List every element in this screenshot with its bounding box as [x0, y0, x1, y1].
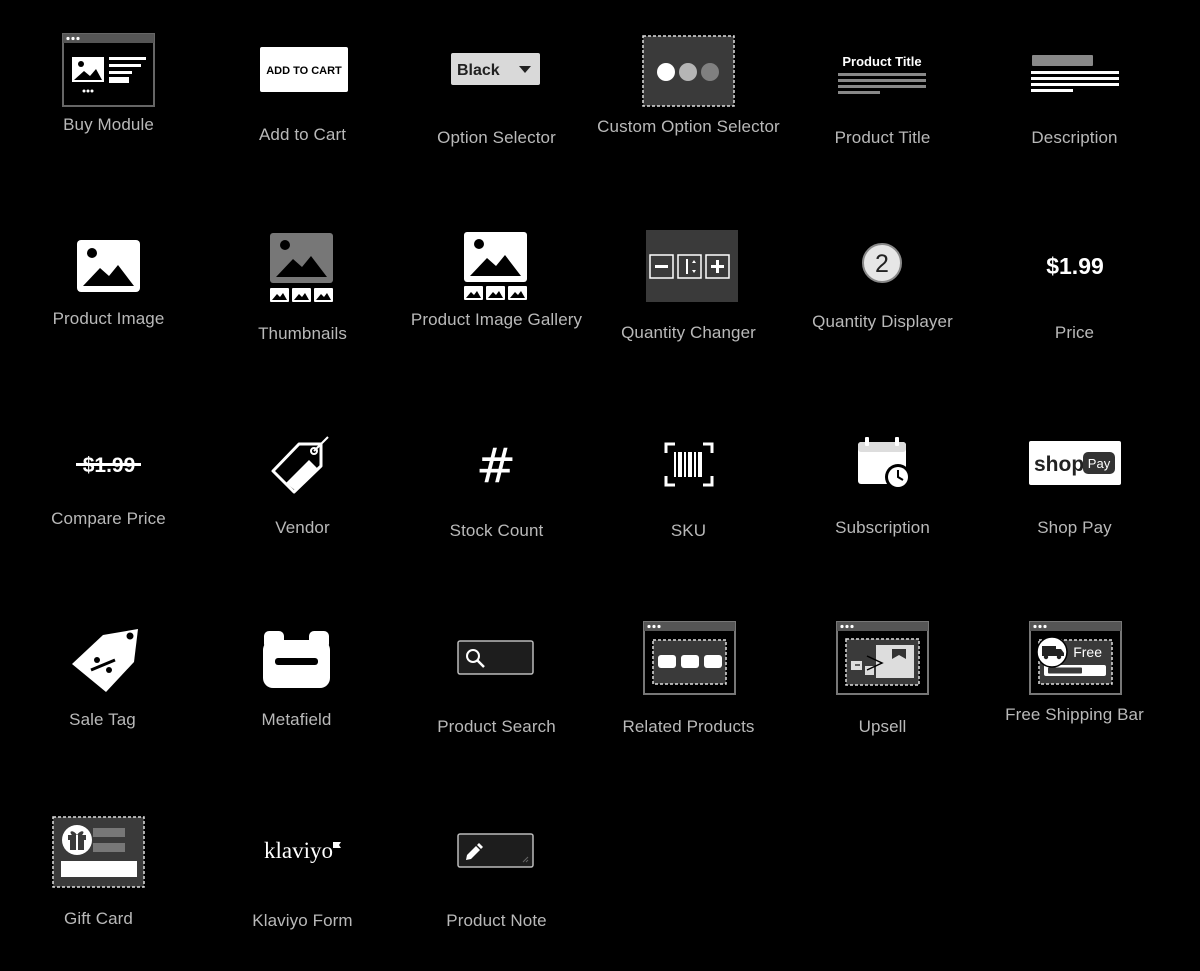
- element-add-to-cart[interactable]: ADD TO CART Add to Cart: [206, 0, 399, 193]
- hash-icon-text: #: [476, 438, 516, 494]
- metafield-icon: [200, 609, 393, 709]
- add-to-cart-icon-text: ADD TO CART: [266, 65, 342, 77]
- add-to-cart-icon: ADD TO CART: [206, 30, 399, 130]
- element-label: Description: [1031, 128, 1118, 147]
- element-label: Product Note: [446, 911, 547, 930]
- option-selector-icon-text: Black: [457, 62, 500, 79]
- element-upsell[interactable]: Upsell: [786, 579, 979, 772]
- element-label: Product Title: [834, 128, 931, 147]
- shop-pay-icon-text: shop: [1034, 453, 1084, 476]
- element-label: Custom Option Selector: [597, 117, 780, 136]
- free-shipping-bar-icon: Free: [978, 609, 1171, 709]
- element-label: Compare Price: [51, 509, 166, 528]
- element-buy-module[interactable]: Buy Module: [12, 0, 205, 193]
- element-stock-count[interactable]: # Stock Count: [400, 386, 593, 579]
- klaviyo-logo-icon: klaviyo: [206, 802, 399, 902]
- element-option-selector[interactable]: Black Option Selector: [400, 0, 593, 193]
- element-label: Free Shipping Bar: [1005, 705, 1144, 724]
- search-icon: [400, 609, 593, 709]
- quantity-changer-icon: [592, 223, 785, 323]
- element-label: Related Products: [622, 717, 755, 736]
- element-label: Product Image: [52, 309, 165, 328]
- element-custom-option-selector[interactable]: Custom Option Selector: [592, 0, 785, 193]
- quantity-displayer-icon-text: 2: [875, 250, 889, 278]
- element-label: Quantity Displayer: [812, 312, 953, 331]
- related-products-icon: [592, 609, 785, 709]
- element-label: Shop Pay: [1037, 518, 1112, 537]
- shop-pay-badge-text: Pay: [1088, 456, 1111, 471]
- pencil-note-icon: [400, 802, 593, 902]
- klaviyo-logo-text: klaviyo: [264, 838, 333, 863]
- element-product-image-gallery[interactable]: Product Image Gallery: [400, 193, 593, 386]
- element-label: Sale Tag: [69, 710, 136, 729]
- hash-icon: #: [400, 416, 593, 516]
- element-label: Price: [1054, 323, 1095, 342]
- element-label: Gift Card: [64, 909, 133, 928]
- element-quantity-changer[interactable]: Quantity Changer: [592, 193, 785, 386]
- element-label: Vendor: [275, 518, 330, 537]
- compare-price-icon: $1.99: [12, 416, 205, 516]
- description-icon: [978, 30, 1171, 130]
- thumbnails-icon: [206, 223, 399, 323]
- element-related-products[interactable]: Related Products: [592, 579, 785, 772]
- element-price[interactable]: $1.99 Price: [978, 193, 1171, 386]
- element-label: Subscription: [835, 518, 930, 537]
- quantity-displayer-icon: 2: [786, 223, 979, 323]
- element-quantity-displayer[interactable]: 2 Quantity Displayer: [786, 193, 979, 386]
- element-compare-price[interactable]: $1.99 Compare Price: [12, 386, 205, 579]
- element-label: Thumbnails: [258, 324, 347, 343]
- element-gift-card[interactable]: Gift Card: [2, 772, 195, 965]
- element-label: Quantity Changer: [621, 323, 756, 342]
- element-description[interactable]: Description: [978, 0, 1171, 193]
- element-subscription[interactable]: Subscription: [786, 386, 979, 579]
- element-label: Add to Cart: [258, 125, 347, 144]
- element-label: Product Image Gallery: [410, 310, 583, 329]
- element-sku[interactable]: SKU: [592, 386, 785, 579]
- product-title-icon-text: Product Title: [842, 54, 921, 69]
- element-label: Upsell: [858, 717, 907, 736]
- calendar-clock-icon: [786, 416, 979, 516]
- element-free-shipping-bar[interactable]: Free Free Shipping Bar: [978, 579, 1171, 772]
- element-label: Stock Count: [449, 521, 544, 540]
- element-label: Option Selector: [437, 128, 556, 147]
- sale-tag-icon: [6, 609, 199, 709]
- element-label: Metafield: [261, 710, 332, 729]
- element-product-title[interactable]: Product Title Product Title: [786, 0, 979, 193]
- gift-card-icon: [2, 802, 195, 902]
- element-product-image[interactable]: Product Image: [12, 193, 205, 386]
- element-label: Buy Module: [63, 115, 154, 134]
- element-vendor[interactable]: Vendor: [206, 386, 399, 579]
- element-label: Klaviyo Form: [252, 911, 353, 930]
- element-label: Product Search: [437, 717, 556, 736]
- element-shop-pay[interactable]: shop Pay Shop Pay: [978, 386, 1171, 579]
- barcode-icon: [592, 416, 785, 516]
- element-metafield[interactable]: Metafield: [200, 579, 393, 772]
- option-selector-icon: Black: [400, 30, 593, 130]
- element-sale-tag[interactable]: Sale Tag: [6, 579, 199, 772]
- price-icon-text: $1.99: [1046, 253, 1104, 279]
- element-label: SKU: [670, 521, 707, 540]
- price-icon: $1.99: [978, 223, 1171, 323]
- upsell-icon: [786, 609, 979, 709]
- free-shipping-bar-icon-text: Free: [1073, 644, 1102, 660]
- element-product-search[interactable]: Product Search: [400, 579, 593, 772]
- shop-pay-icon: shop Pay: [978, 416, 1171, 516]
- element-thumbnails[interactable]: Thumbnails: [206, 193, 399, 386]
- product-title-icon: Product Title: [786, 30, 979, 130]
- element-klaviyo-form[interactable]: klaviyo Klaviyo Form: [206, 772, 399, 965]
- vendor-tag-icon: [206, 416, 399, 516]
- element-product-note[interactable]: Product Note: [400, 772, 593, 965]
